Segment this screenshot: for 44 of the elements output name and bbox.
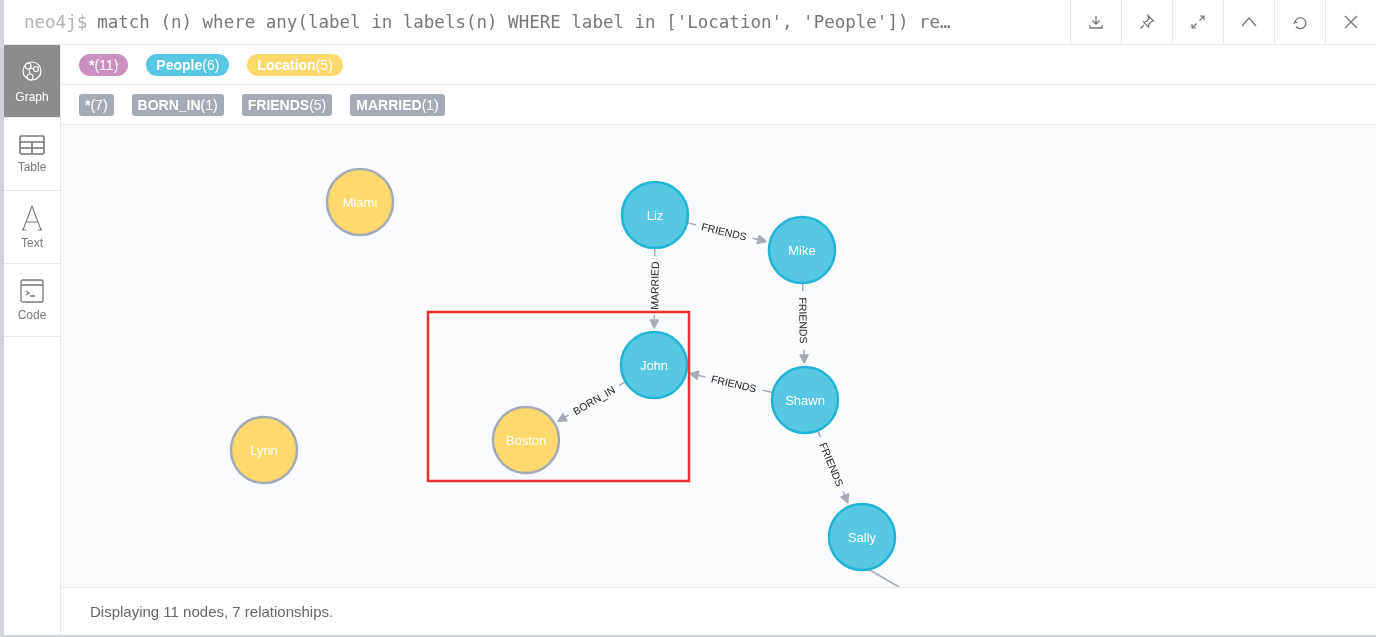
graph-node[interactable] xyxy=(619,330,689,400)
table-icon xyxy=(19,134,45,155)
node-label-tag[interactable]: Location(5) xyxy=(247,53,343,76)
relationship-type-tag[interactable]: MARRIED(1) xyxy=(350,93,445,116)
node-label-tag[interactable]: People(6) xyxy=(146,53,230,76)
close-icon xyxy=(1343,14,1359,30)
download-icon xyxy=(1088,14,1104,30)
code-view-tab[interactable]: Code xyxy=(4,264,60,337)
relationship-type-tag[interactable]: *(7) xyxy=(79,93,114,116)
query-editor[interactable]: neo4j$ match (n) where any(label in labels(n) WHERE label in ['Location', 'People']) re… xyxy=(4,0,1070,44)
graph-node[interactable] xyxy=(827,502,897,572)
graph-node[interactable] xyxy=(767,215,837,285)
relationship-line xyxy=(867,568,900,587)
relationship-label: FRIENDS xyxy=(710,372,758,395)
expand-icon xyxy=(1190,14,1206,30)
graph-node[interactable] xyxy=(325,167,395,237)
pin-icon xyxy=(1139,14,1155,30)
node-caption: Mike xyxy=(788,242,816,258)
node-caption: Miami xyxy=(342,194,378,210)
relationship-type-tag[interactable]: FRIENDS(5) xyxy=(241,93,333,116)
query-text: match (n) where any(label in labels(n) WHERE label in ['Location', 'People']) re… xyxy=(97,12,951,32)
relationship-label: MARRIED xyxy=(648,261,661,310)
table-view-tab[interactable]: Table xyxy=(4,118,60,191)
letter-icon xyxy=(21,204,43,231)
node-caption: John xyxy=(639,357,669,373)
node-caption: Lynn xyxy=(250,442,278,458)
graph-node[interactable] xyxy=(620,180,690,250)
text-view-tab[interactable]: Text xyxy=(4,191,60,264)
node-caption: Shawn xyxy=(785,392,825,408)
graph-node[interactable] xyxy=(229,415,299,485)
node-caption: Liz xyxy=(646,207,664,223)
graph-node[interactable] xyxy=(491,405,561,475)
terminal-icon xyxy=(20,278,44,303)
status-text: Displaying 11 nodes, 7 relationships. xyxy=(90,603,334,620)
relationship-type-tag[interactable]: BORN_IN(1) xyxy=(131,93,224,116)
node-caption: Sally xyxy=(847,529,877,545)
relationship-label: FRIENDS xyxy=(796,297,810,344)
node-label-tag[interactable]: *(11) xyxy=(79,53,129,76)
graph-node[interactable] xyxy=(770,365,840,435)
prompt-text: neo4j$ xyxy=(24,12,88,32)
refresh-icon xyxy=(1292,14,1308,30)
node-caption: Boston xyxy=(505,432,547,448)
graph-view-tab[interactable]: Graph xyxy=(4,45,60,118)
relationship-label: FRIENDS xyxy=(700,220,748,243)
